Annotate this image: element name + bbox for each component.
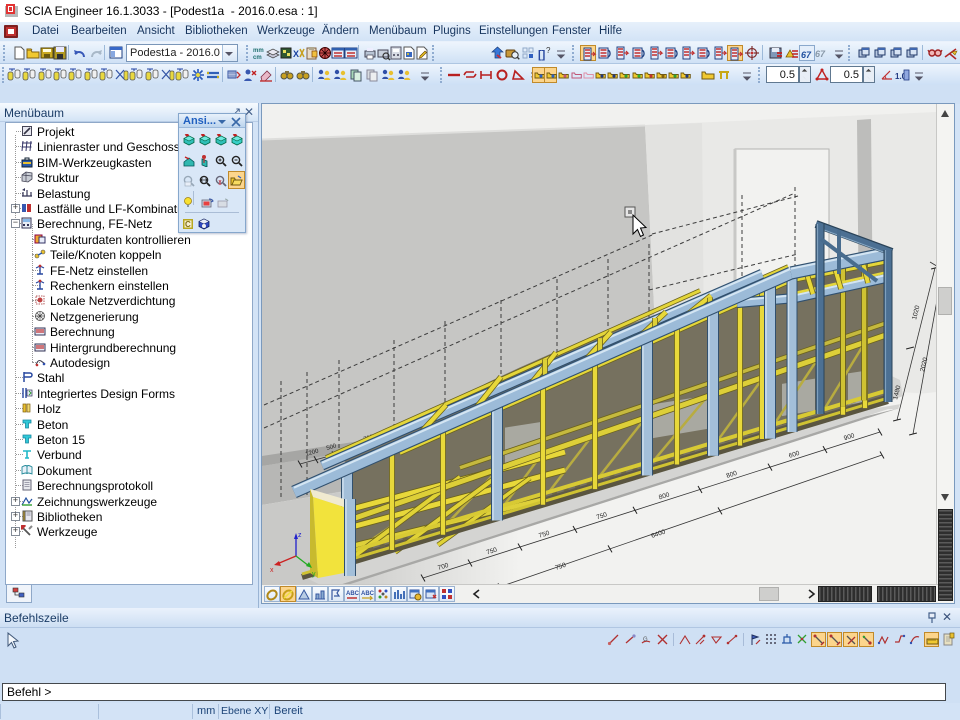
svg-text:C: C: [185, 220, 191, 229]
svg-text:z: z: [298, 532, 302, 539]
svg-text:cm: cm: [253, 55, 262, 61]
svg-text:ABC: ABC: [361, 591, 374, 597]
svg-text:X: X: [293, 49, 299, 59]
svg-text:G: G: [643, 637, 648, 643]
svg-text:67: 67: [801, 50, 812, 60]
svg-text:mm: mm: [253, 48, 264, 54]
svg-text:ABC: ABC: [346, 591, 359, 597]
svg-text:[]: []: [538, 49, 546, 61]
svg-text:?: ?: [546, 46, 551, 55]
svg-text:67: 67: [815, 49, 826, 59]
svg-text:x: x: [270, 567, 274, 574]
svg-text:y: y: [312, 571, 316, 578]
